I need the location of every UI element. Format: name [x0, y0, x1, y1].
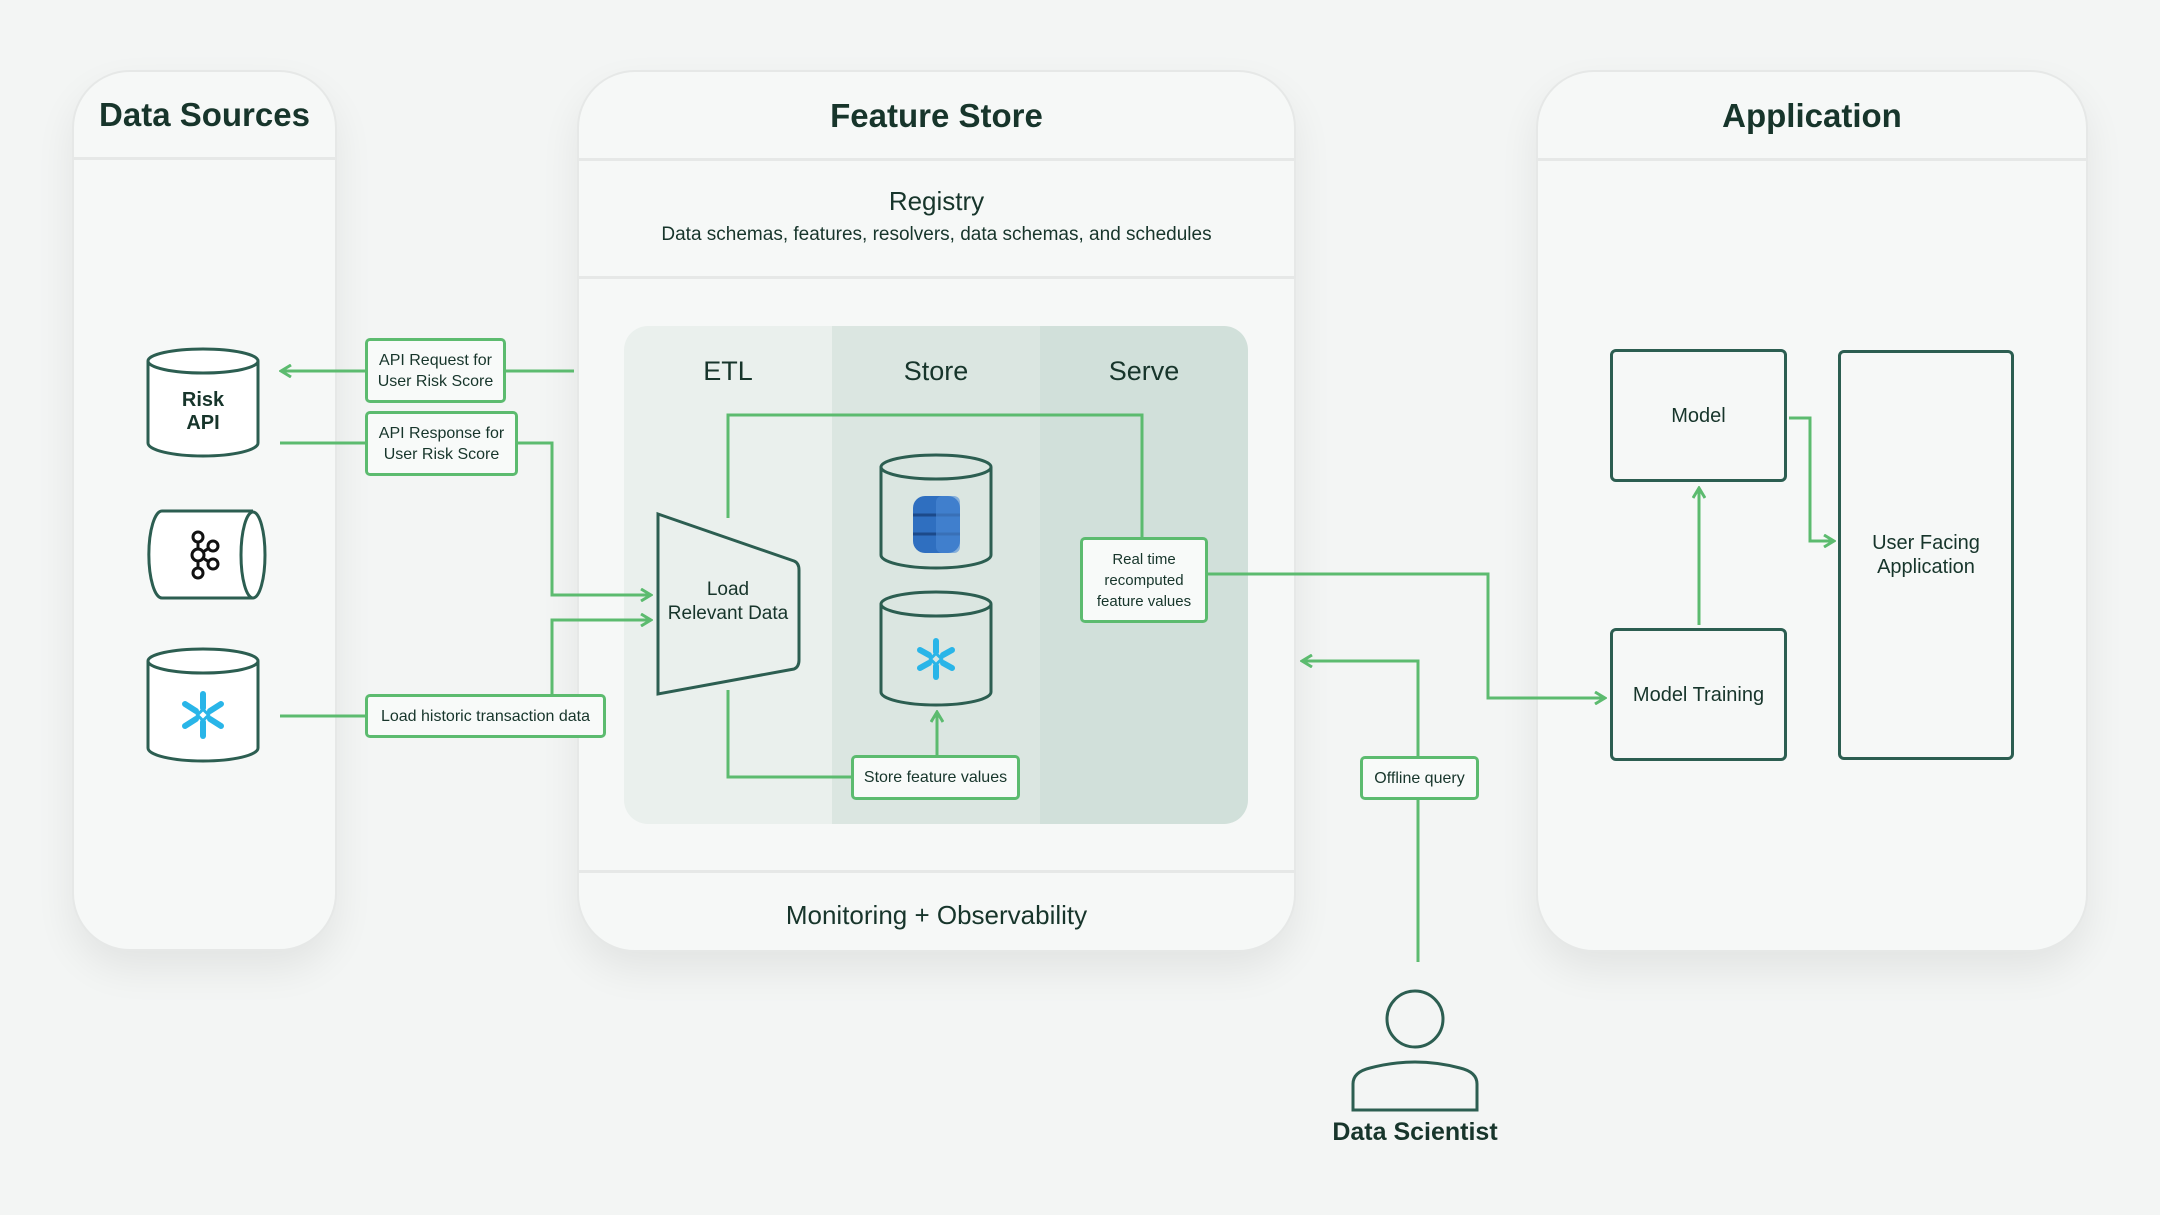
model-box: Model [1610, 349, 1787, 482]
dynamodb-icon [913, 496, 960, 553]
model-training-label: Model Training [1632, 683, 1765, 706]
risk-api-label-line1: Risk [181, 389, 225, 411]
edge-model-to-app [1789, 416, 1834, 541]
historic-label: Load historic transaction data [365, 694, 606, 738]
realtime-line2: recomputed [1104, 571, 1184, 589]
api-request-line2: User Risk Score [377, 372, 494, 390]
etl-node-line2: Relevant Data [667, 603, 789, 624]
user-facing-app-box: User Facing Application [1838, 350, 2014, 760]
risk-api-label-line2: API [186, 412, 220, 434]
realtime-line3: feature values [1096, 592, 1192, 610]
edge-offline-query [1302, 661, 1420, 962]
api-response-label: API Response for User Risk Score [365, 411, 518, 476]
edge-serve-to-training [1207, 572, 1605, 698]
risk-api-label: Risk API [148, 389, 258, 435]
api-response-line1: API Response for [378, 424, 505, 442]
etl-node-line1: Load [706, 579, 750, 600]
api-request-line1: API Request for [379, 351, 492, 369]
realtime-features-label: Real time recomputed feature values [1080, 537, 1208, 623]
historic-label-text: Load historic transaction data [380, 707, 590, 725]
offline-query-label: Offline query [1360, 756, 1479, 800]
store-feature-values-label: Store feature values [851, 755, 1020, 800]
data-scientist-label: Data Scientist [1332, 1118, 1498, 1146]
person-icon [1351, 989, 1479, 1112]
realtime-line1: Real time [1112, 550, 1176, 568]
offline-query-text: Offline query [1374, 769, 1465, 787]
api-response-line2: User Risk Score [383, 445, 500, 463]
store-feature-values-text: Store feature values [863, 769, 1008, 786]
kafka-cylinder [147, 509, 267, 600]
model-training-box: Model Training [1610, 628, 1787, 761]
etl-node-label: Load Relevant Data [660, 578, 796, 626]
edge-etl-to-store [726, 690, 851, 779]
api-request-label: API Request for User Risk Score [365, 338, 506, 403]
model-label: Model [1671, 404, 1726, 427]
user-facing-line1: User Facing [1872, 532, 1980, 554]
user-facing-line2: Application [1877, 556, 1975, 578]
